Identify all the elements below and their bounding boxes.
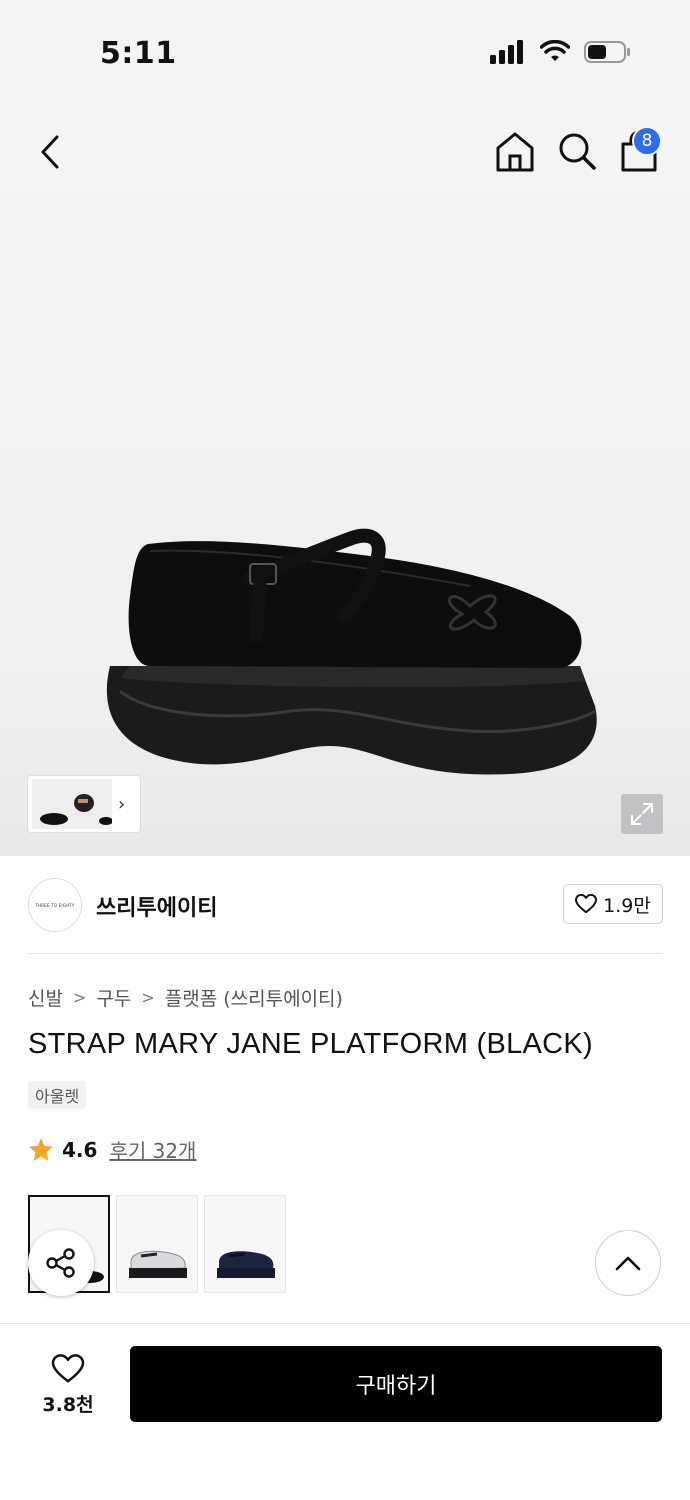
shoe-thumbnail	[129, 1250, 187, 1278]
rating-row: 4.6 후기 32개	[28, 1135, 196, 1164]
expand-button[interactable]	[621, 794, 663, 834]
image-thumbnail-strip[interactable]: ›	[28, 776, 140, 832]
search-button[interactable]	[556, 130, 598, 174]
breadcrumb-item-dress-shoes[interactable]: 구두	[96, 984, 131, 1011]
brand-name[interactable]: 쓰리투에이티	[96, 890, 217, 922]
thumbnail-preview	[32, 779, 113, 829]
shoe-thumbnail	[217, 1251, 275, 1278]
color-option-navy[interactable]	[204, 1195, 286, 1293]
breadcrumb-item-platform[interactable]: 플랫폼 (쓰리투에이티)	[165, 984, 343, 1011]
thumbnail-shoe-icon	[40, 794, 113, 825]
chevron-right-icon: >	[141, 988, 155, 1007]
brand-row: THREE TO EIGHTY 쓰리투에이티 1.9만	[0, 856, 690, 954]
heart-icon	[575, 894, 598, 914]
brand-like-button[interactable]: 1.9만	[563, 884, 663, 924]
battery-icon	[584, 41, 630, 63]
brand-logo[interactable]: THREE TO EIGHTY	[28, 878, 82, 932]
star-icon	[29, 1138, 53, 1161]
breadcrumb-item-shoes[interactable]: 신발	[28, 984, 63, 1011]
home-icon	[496, 132, 534, 172]
search-icon	[559, 133, 596, 170]
product-image[interactable]: ›	[0, 196, 690, 856]
chevron-up-icon	[615, 1256, 641, 1271]
rating-value: 4.6	[62, 1137, 98, 1162]
wifi-icon	[540, 40, 570, 61]
chevron-right-icon: >	[72, 988, 87, 1007]
expand-icon	[631, 803, 653, 825]
share-icon	[46, 1248, 75, 1278]
wishlist-count: 3.8천	[42, 1393, 94, 1416]
outlet-tag: 아울렛	[28, 1081, 87, 1109]
brand-like-count: 1.9만	[603, 894, 651, 917]
heart-icon	[51, 1353, 85, 1382]
divider	[28, 953, 662, 954]
cellular-signal-icon	[490, 40, 523, 64]
product-title: STRAP MARY JANE PLATFORM (BLACK)	[28, 1028, 594, 1060]
bottom-action-bar: 3.8천 구매하기	[0, 1323, 690, 1500]
share-button[interactable]	[28, 1230, 94, 1296]
wishlist-button[interactable]: 3.8천	[28, 1348, 108, 1422]
top-nav	[0, 110, 690, 196]
shoe-illustration	[106, 528, 597, 775]
status-time: 5:11	[100, 36, 177, 71]
home-button[interactable]	[494, 130, 536, 174]
scroll-top-button[interactable]	[595, 1230, 661, 1296]
status-icons	[490, 40, 632, 64]
buy-button[interactable]: 구매하기	[130, 1346, 662, 1422]
status-bar: 5:11	[0, 0, 690, 110]
breadcrumb: 신발 > 구두 > 플랫폼 (쓰리투에이티)	[28, 984, 343, 1011]
chevron-left-icon	[41, 135, 59, 169]
color-option-silver[interactable]	[116, 1195, 198, 1293]
brand-logo-text: THREE TO EIGHTY	[35, 902, 75, 908]
chevron-right-icon: ›	[118, 793, 126, 815]
cart-count-badge: 8	[632, 126, 662, 156]
review-link[interactable]: 후기 32개	[109, 1135, 196, 1164]
back-button[interactable]	[30, 130, 70, 174]
